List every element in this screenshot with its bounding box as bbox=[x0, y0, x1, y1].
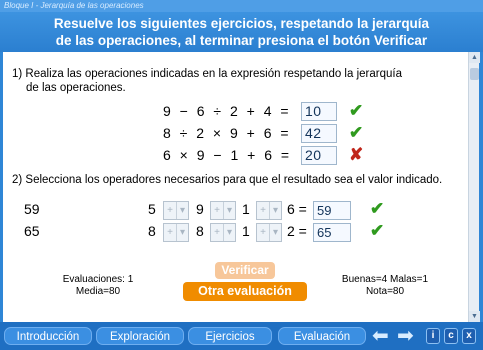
header-line-1: Resuelve los siguientes ejercicios, resp… bbox=[53, 16, 430, 31]
dropdown-arrow-icon: ▾ bbox=[269, 224, 281, 241]
expression-text: 8 ÷ 2 × 9 + 6 = bbox=[163, 125, 290, 141]
tab-ejercicios[interactable]: Ejercicios bbox=[188, 327, 272, 345]
operator-select[interactable]: + ▾ bbox=[256, 201, 282, 220]
question-2-prompt: 2) Selecciona los operadores necesarios … bbox=[12, 174, 443, 186]
operator-select[interactable]: + ▾ bbox=[256, 223, 282, 242]
expression-text: 9 − 6 ÷ 2 + 4 = bbox=[163, 103, 290, 119]
c-button[interactable]: c bbox=[444, 328, 458, 344]
breadcrumb: Bloque I - Jerarquía de las operaciones bbox=[0, 0, 483, 12]
answer-input[interactable]: 20 bbox=[301, 146, 337, 165]
grade: Nota=80 bbox=[365, 286, 405, 297]
expression-text: 6 × 9 − 1 + 6 = bbox=[163, 147, 290, 163]
result-input[interactable]: 65 bbox=[313, 223, 351, 242]
tab-exploracion[interactable]: Exploración bbox=[96, 327, 184, 345]
operator-select[interactable]: + ▾ bbox=[163, 223, 189, 242]
dropdown-arrow-icon: ▾ bbox=[176, 224, 188, 241]
operand: 8 bbox=[196, 223, 204, 239]
operand-equals: 2 = bbox=[287, 223, 307, 239]
operator-select[interactable]: + ▾ bbox=[163, 201, 189, 220]
operator-select[interactable]: + ▾ bbox=[210, 223, 236, 242]
evaluations-count: Evaluaciones: 1 bbox=[62, 274, 134, 285]
evaluation-stats-right: Buenas=4 Malas=1 Nota=80 bbox=[325, 274, 445, 298]
dropdown-arrow-icon: ▾ bbox=[223, 202, 235, 219]
operator-row-1: 59 5 + ▾ 9 + ▾ 1 + ▾ 6 = 59 ✔ bbox=[3, 199, 463, 223]
correct-incorrect-count: Buenas=4 Malas=1 bbox=[341, 274, 429, 285]
new-evaluation-button[interactable]: Otra evaluación bbox=[183, 282, 307, 301]
check-icon: ✔ bbox=[349, 123, 364, 142]
operand: 8 bbox=[148, 223, 156, 239]
result-input[interactable]: 59 bbox=[313, 201, 351, 220]
operand-equals: 6 = bbox=[287, 201, 307, 217]
answer-input[interactable]: 42 bbox=[301, 124, 337, 143]
next-arrow-icon[interactable]: ➡ bbox=[397, 326, 414, 346]
scroll-thumb[interactable] bbox=[470, 68, 479, 80]
dropdown-arrow-icon: ▾ bbox=[223, 224, 235, 241]
question-1-prompt: 1) Realiza las operaciones indicadas en … bbox=[12, 67, 402, 95]
target-value: 65 bbox=[24, 223, 40, 239]
evaluation-stats-left: Evaluaciones: 1 Media=80 bbox=[43, 274, 153, 298]
exercise-panel: 1) Realiza las operaciones indicadas en … bbox=[3, 52, 468, 322]
plus-icon: + bbox=[260, 227, 266, 238]
target-value: 59 bbox=[24, 201, 40, 217]
verify-button[interactable]: Verificar bbox=[215, 262, 275, 279]
dropdown-arrow-icon: ▾ bbox=[176, 202, 188, 219]
cross-icon: ✘ bbox=[349, 145, 364, 164]
vertical-scrollbar[interactable]: ▲ ▼ bbox=[468, 52, 480, 322]
operator-select[interactable]: + ▾ bbox=[210, 201, 236, 220]
previous-arrow-icon[interactable]: ⬅ bbox=[372, 326, 389, 346]
scroll-down-icon[interactable]: ▼ bbox=[469, 311, 480, 322]
question-1-line-1: 1) Realiza las operaciones indicadas en … bbox=[12, 68, 402, 80]
plus-icon: + bbox=[260, 205, 266, 216]
close-button[interactable]: x bbox=[462, 328, 476, 344]
check-icon: ✔ bbox=[370, 199, 385, 218]
answer-input[interactable]: 10 bbox=[301, 102, 337, 121]
plus-icon: + bbox=[214, 227, 220, 238]
info-button[interactable]: i bbox=[426, 328, 440, 344]
header-line-2: de las operaciones, al terminar presiona… bbox=[55, 33, 428, 48]
operator-row-2: 65 8 + ▾ 8 + ▾ 1 + ▾ 2 = 65 ✔ bbox=[3, 221, 463, 245]
scroll-up-icon[interactable]: ▲ bbox=[469, 52, 480, 63]
tab-evaluacion[interactable]: Evaluación bbox=[278, 327, 366, 345]
average-score: Media=80 bbox=[75, 286, 121, 297]
operand: 9 bbox=[196, 201, 204, 217]
tab-introduccion[interactable]: Introducción bbox=[4, 327, 92, 345]
check-icon: ✔ bbox=[349, 101, 364, 120]
plus-icon: + bbox=[167, 227, 173, 238]
operand: 5 bbox=[148, 201, 156, 217]
operand: 1 bbox=[242, 223, 250, 239]
operand: 1 bbox=[242, 201, 250, 217]
plus-icon: + bbox=[167, 205, 173, 216]
plus-icon: + bbox=[214, 205, 220, 216]
dropdown-arrow-icon: ▾ bbox=[269, 202, 281, 219]
question-1-line-2: de las operaciones. bbox=[26, 82, 126, 94]
instructions-header: Resuelve los siguientes ejercicios, resp… bbox=[0, 12, 483, 52]
check-icon: ✔ bbox=[370, 221, 385, 240]
